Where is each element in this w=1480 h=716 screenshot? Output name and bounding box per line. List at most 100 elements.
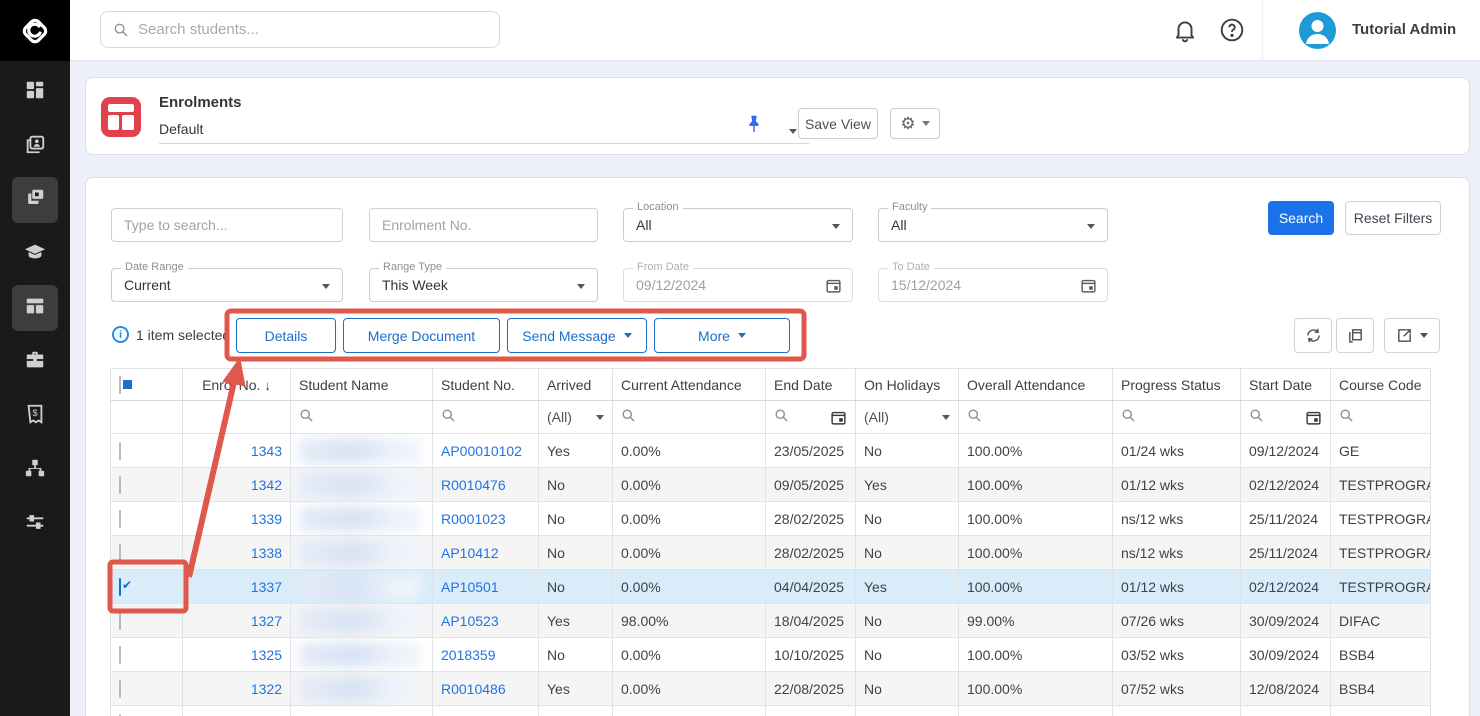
cell-sel[interactable] xyxy=(111,536,183,570)
sidebar-item-students[interactable] xyxy=(12,123,58,169)
filter-cell-onhol[interactable]: (All) xyxy=(856,401,959,434)
row-checkbox[interactable] xyxy=(119,442,121,460)
details-button[interactable]: Details xyxy=(236,318,336,353)
cell-sel[interactable] xyxy=(111,638,183,672)
search-input[interactable] xyxy=(138,21,499,38)
range-type-dropdown[interactable]: Range Type This Week xyxy=(369,268,598,302)
from-date-field[interactable]: From Date 09/12/2024 xyxy=(623,268,853,302)
filter-cell-startdate[interactable] xyxy=(1241,401,1331,434)
sidebar-item-enrolments[interactable] xyxy=(12,285,58,331)
column-header-overall[interactable]: Overall Attendance xyxy=(959,369,1113,401)
send-message-button[interactable]: Send Message xyxy=(507,318,647,353)
keyword-search-input[interactable] xyxy=(111,208,343,242)
select-all-cell[interactable] xyxy=(111,369,183,401)
column-chooser-button[interactable] xyxy=(1336,318,1374,353)
table-row[interactable]: 1337AP10501No0.00%04/04/2025Yes100.00%01… xyxy=(111,570,1431,604)
sidebar-item-services[interactable] xyxy=(12,339,58,385)
row-checkbox[interactable] xyxy=(119,612,121,630)
sidebar-item-agents[interactable] xyxy=(12,447,58,493)
filter-cell-studno[interactable] xyxy=(433,401,539,434)
faculty-dropdown[interactable]: Faculty All xyxy=(878,208,1108,242)
notifications-bell-icon[interactable] xyxy=(1172,17,1198,43)
enrol-no-link[interactable]: 1342 xyxy=(251,477,282,493)
calendar-icon[interactable] xyxy=(825,277,842,294)
student-no-link[interactable]: AP10412 xyxy=(441,545,499,561)
enrol-no-link[interactable]: 1327 xyxy=(251,613,282,629)
sidebar-item-documents[interactable] xyxy=(12,177,58,223)
student-no-link[interactable]: AP00010102 xyxy=(441,443,522,459)
enrol-no-link[interactable]: 1322 xyxy=(251,681,282,697)
filter-cell-curratt[interactable] xyxy=(613,401,766,434)
sidebar-item-finance[interactable]: $ xyxy=(12,393,58,439)
sidebar-item-dashboard[interactable] xyxy=(12,69,58,115)
save-view-button[interactable]: Save View xyxy=(798,108,878,139)
column-header-studno[interactable]: Student No. xyxy=(433,369,539,401)
reset-filters-button[interactable]: Reset Filters xyxy=(1345,201,1441,235)
sidebar-item-courses[interactable] xyxy=(12,231,58,277)
filter-cell-progress[interactable] xyxy=(1113,401,1241,434)
more-button[interactable]: More xyxy=(654,318,790,353)
student-no-link[interactable]: AP10501 xyxy=(441,579,499,595)
app-logo[interactable] xyxy=(0,0,70,61)
column-header-arrived[interactable]: Arrived xyxy=(539,369,613,401)
student-search-box[interactable] xyxy=(100,11,500,48)
row-checkbox[interactable] xyxy=(119,510,121,528)
refresh-button[interactable] xyxy=(1294,318,1332,353)
filter-cell-course[interactable] xyxy=(1331,401,1431,434)
enrol-no-link[interactable]: 1337 xyxy=(251,579,282,595)
enrol-no-link[interactable]: 1325 xyxy=(251,647,282,663)
merge-document-button[interactable]: Merge Document xyxy=(343,318,500,353)
date-range-dropdown[interactable]: Date Range Current xyxy=(111,268,343,302)
column-header-startdate[interactable]: Start Date xyxy=(1241,369,1331,401)
filter-cell-name[interactable] xyxy=(291,401,433,434)
enrol-no-link[interactable]: 1338 xyxy=(251,545,282,561)
table-row[interactable]: 13252018359No0.00%10/10/2025No100.00%03/… xyxy=(111,638,1431,672)
export-button[interactable] xyxy=(1384,318,1440,353)
user-name[interactable]: Tutorial Admin xyxy=(1352,21,1456,38)
student-no-link[interactable]: R0010486 xyxy=(441,681,506,697)
table-row[interactable]: 1338AP10412No0.00%28/02/2025No100.00%ns/… xyxy=(111,536,1431,570)
filter-cell-enddate[interactable] xyxy=(766,401,856,434)
column-header-enrol[interactable]: Enrol No.↓ xyxy=(183,369,291,401)
view-select-dropdown[interactable]: Default xyxy=(159,116,809,144)
column-header-enddate[interactable]: End Date xyxy=(766,369,856,401)
calendar-icon[interactable] xyxy=(830,409,847,426)
row-checkbox[interactable] xyxy=(119,544,121,562)
sidebar-item-settings[interactable] xyxy=(12,501,58,547)
calendar-icon[interactable] xyxy=(1305,409,1322,426)
table-row[interactable]: 1343AP00010102Yes0.00%23/05/2025No100.00… xyxy=(111,434,1431,468)
row-checkbox[interactable] xyxy=(119,680,121,698)
student-no-link[interactable]: 2018359 xyxy=(441,647,496,663)
student-no-link[interactable]: R0001023 xyxy=(441,511,506,527)
pin-view-icon[interactable] xyxy=(743,113,765,139)
enrol-no-link[interactable]: 1339 xyxy=(251,511,282,527)
cell-sel[interactable] xyxy=(111,570,183,604)
row-checkbox[interactable] xyxy=(119,476,121,494)
enrolment-no-input[interactable] xyxy=(369,208,598,242)
filter-cell-overall[interactable] xyxy=(959,401,1113,434)
location-dropdown[interactable]: Location All xyxy=(623,208,853,242)
column-header-progress[interactable]: Progress Status xyxy=(1113,369,1241,401)
help-icon[interactable] xyxy=(1219,17,1245,43)
view-settings-button[interactable]: ⚙ xyxy=(890,108,940,139)
enrol-no-link[interactable]: 1343 xyxy=(251,443,282,459)
column-header-course[interactable]: Course Code xyxy=(1331,369,1431,401)
calendar-icon[interactable] xyxy=(1080,277,1097,294)
table-row[interactable]: 1339R0001023No0.00%28/02/2025No100.00%ns… xyxy=(111,502,1431,536)
row-checkbox[interactable] xyxy=(119,578,121,596)
student-no-link[interactable]: AP10523 xyxy=(441,613,499,629)
row-checkbox[interactable] xyxy=(119,646,121,664)
avatar[interactable] xyxy=(1299,12,1336,49)
table-row[interactable]: 1322R0010486Yes0.00%22/08/2025No100.00%0… xyxy=(111,672,1431,706)
student-no-link[interactable]: R0010476 xyxy=(441,477,506,493)
column-header-onhol[interactable]: On Holidays xyxy=(856,369,959,401)
table-row[interactable]: 1327AP10523Yes98.00%18/04/2025No99.00%07… xyxy=(111,604,1431,638)
to-date-field[interactable]: To Date 15/12/2024 xyxy=(878,268,1108,302)
table-row[interactable] xyxy=(111,706,1431,716)
cell-sel[interactable] xyxy=(111,502,183,536)
cell-sel[interactable] xyxy=(111,604,183,638)
cell-sel[interactable] xyxy=(111,706,183,716)
cell-sel[interactable] xyxy=(111,672,183,706)
column-header-curratt[interactable]: Current Attendance xyxy=(613,369,766,401)
table-row[interactable]: 1342R0010476No0.00%09/05/2025Yes100.00%0… xyxy=(111,468,1431,502)
